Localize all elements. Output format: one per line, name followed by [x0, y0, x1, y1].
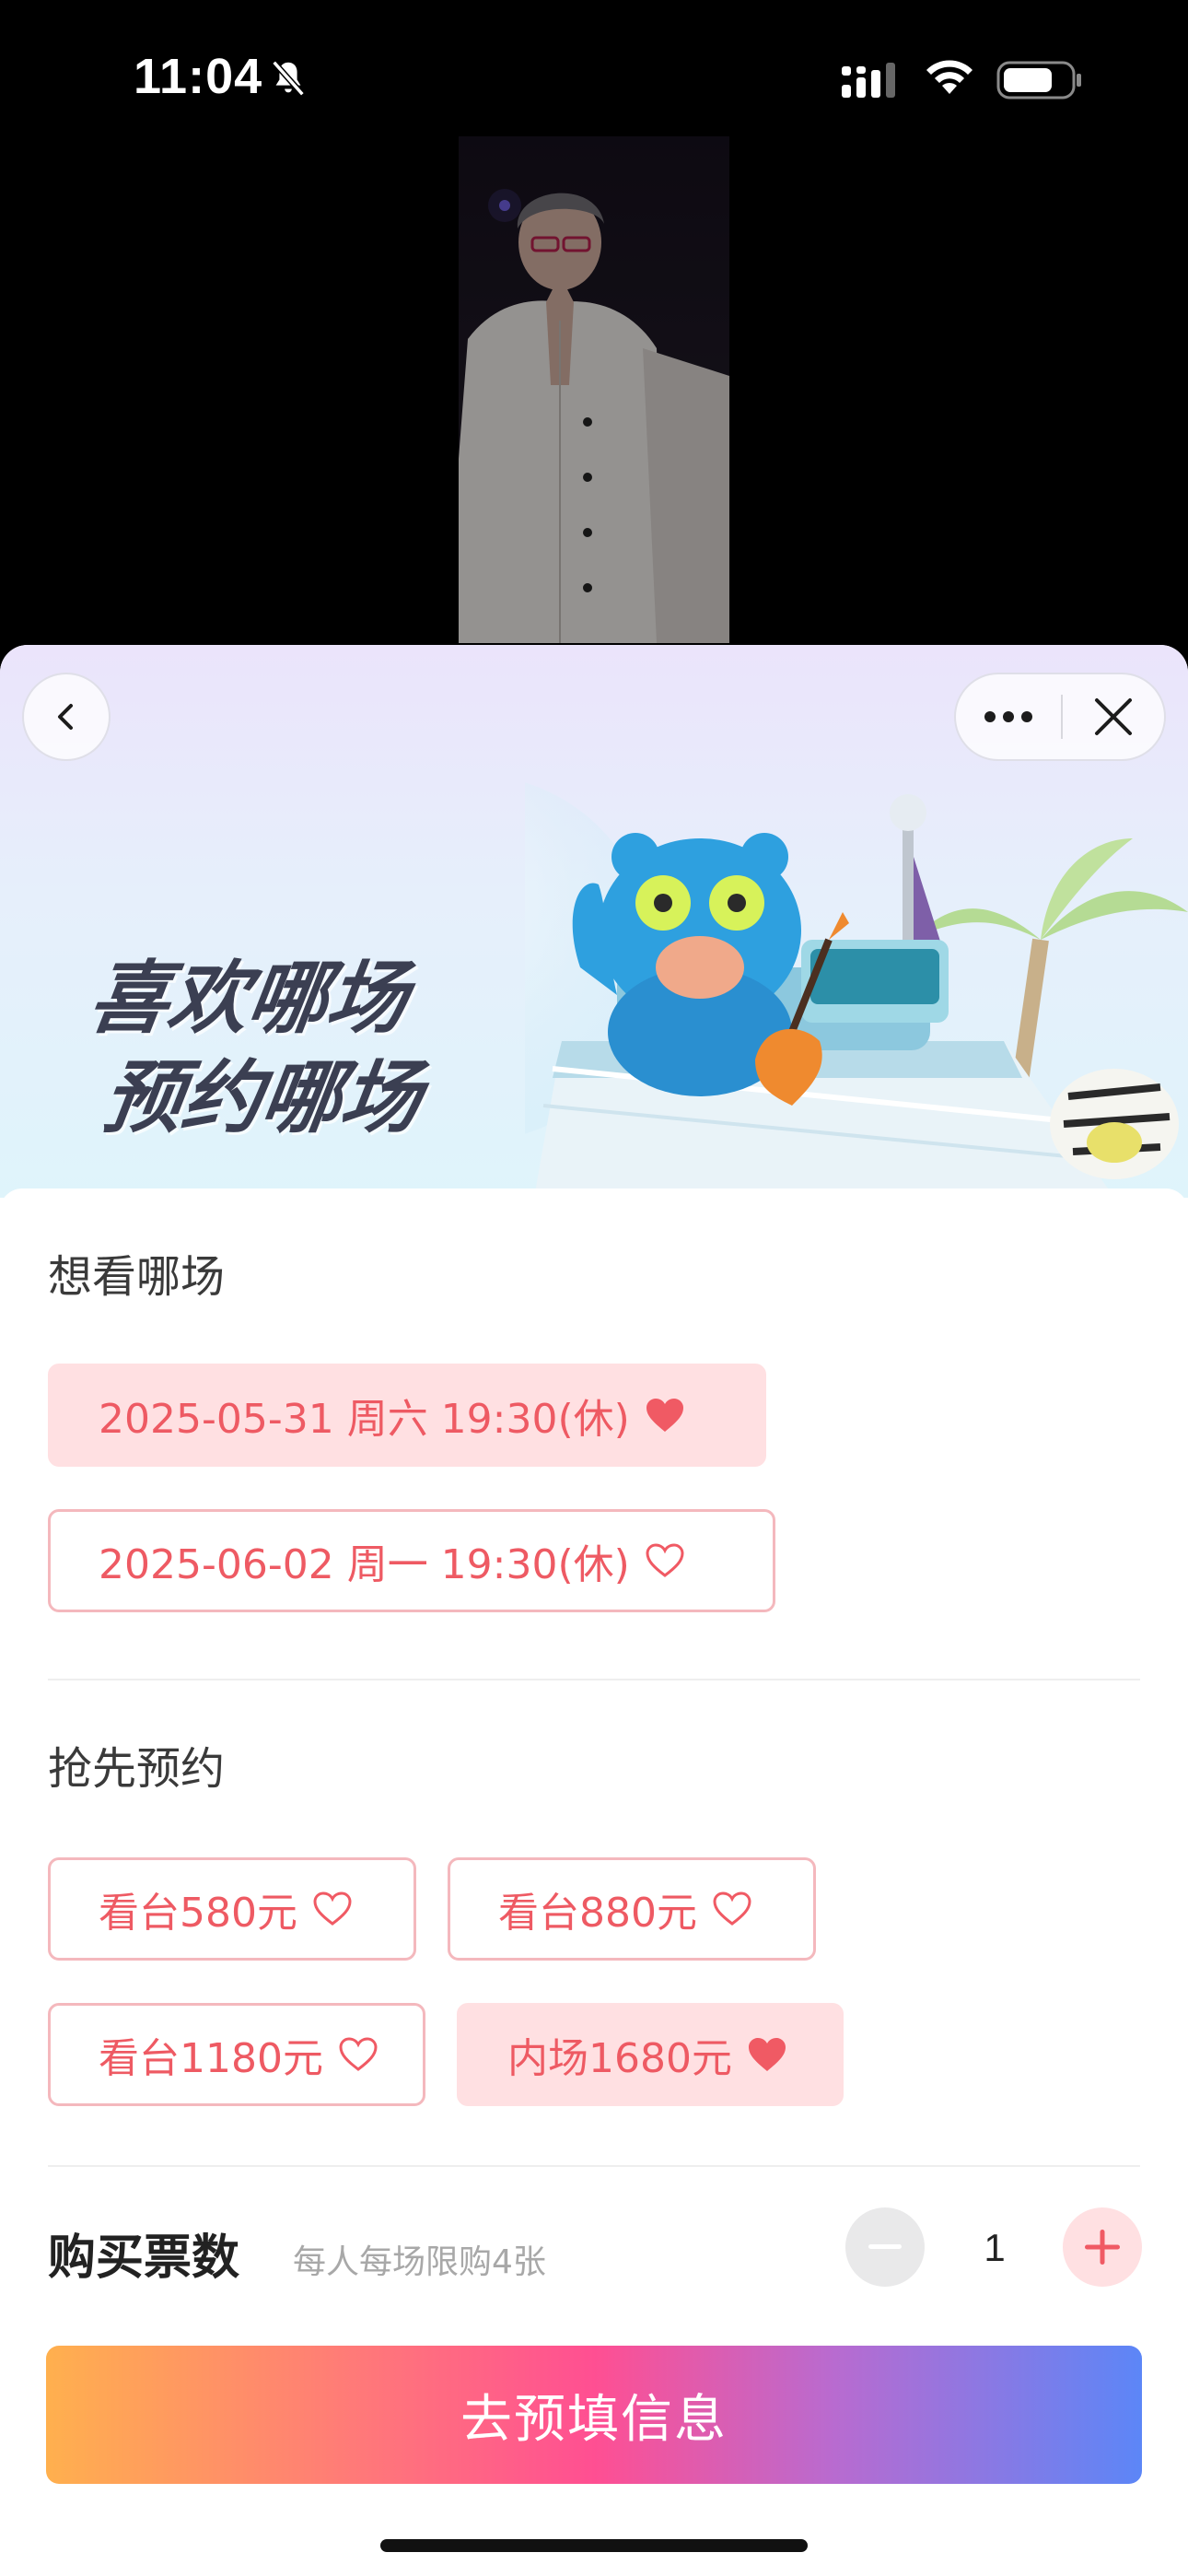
more-button[interactable] — [956, 674, 1061, 759]
status-bar: 11:04 — [0, 0, 1188, 138]
ticket-option-label: 看台580元 — [99, 1890, 297, 1937]
plus-icon — [1085, 2230, 1120, 2265]
booking-form: 想看哪场 2025-05-31 周六 19:30(休) 2025-06-02 周… — [0, 1188, 1188, 2576]
heart-outline-icon — [313, 1891, 352, 1926]
heart-outline-icon — [713, 1891, 751, 1926]
more-icon — [984, 711, 1032, 722]
booking-sheet: 喜欢哪场 预约哪场 想看哪场 2025-05-31 周六 19:30(休) 20… — [0, 645, 1188, 2576]
ticket-option[interactable]: 看台1180元 — [48, 2003, 425, 2106]
back-button[interactable] — [22, 673, 111, 761]
session-option-label: 2025-05-31 周六 19:30(休) — [99, 1396, 630, 1443]
ticket-option[interactable]: 看台580元 — [48, 1857, 416, 1961]
quantity-value: 1 — [984, 2226, 1006, 2269]
section-divider — [48, 2165, 1140, 2167]
quantity-limit-note: 每人每场限购4张 — [293, 2243, 546, 2281]
video-player[interactable] — [459, 136, 729, 643]
heart-filled-icon — [748, 2038, 786, 2071]
cellular-signal-icon — [842, 63, 895, 98]
banner-headline: 喜欢哪场 预约哪场 — [69, 949, 441, 1148]
ticket-option-label: 内场1680元 — [507, 2035, 732, 2082]
home-indicator[interactable] — [380, 2539, 808, 2552]
heart-outline-icon — [646, 1543, 684, 1577]
prefill-info-button-label: 去预填信息 — [460, 2389, 728, 2450]
promo-banner: 喜欢哪场 预约哪场 — [0, 645, 1188, 1198]
heart-outline-icon — [339, 2037, 378, 2071]
session-option-selected[interactable]: 2025-05-31 周六 19:30(休) — [48, 1364, 766, 1467]
status-time: 11:04 — [134, 49, 263, 104]
close-icon — [1095, 698, 1132, 735]
ticket-section-title: 抢先预约 — [48, 1743, 226, 1795]
banner-illustration — [525, 782, 1188, 1198]
minus-icon — [868, 2244, 902, 2249]
chevron-left-icon — [58, 704, 73, 730]
session-section-title: 想看哪场 — [48, 1251, 226, 1303]
ticket-option[interactable]: 看台880元 — [448, 1857, 816, 1961]
ticket-option-label: 看台1180元 — [99, 2035, 323, 2082]
banner-headline-line1: 喜欢哪场 — [83, 953, 413, 1045]
wifi-icon — [926, 60, 973, 94]
ticket-option-selected[interactable]: 内场1680元 — [457, 2003, 844, 2106]
session-option[interactable]: 2025-06-02 周一 19:30(休) — [48, 1509, 775, 1612]
heart-filled-icon — [646, 1399, 683, 1432]
banner-headline-line2: 预约哪场 — [97, 1052, 427, 1144]
quantity-increase-button[interactable] — [1063, 2207, 1142, 2287]
quantity-label: 购买票数 — [48, 2231, 240, 2286]
battery-icon — [996, 61, 1081, 100]
miniapp-capsule — [954, 673, 1166, 761]
quantity-decrease-button[interactable] — [845, 2207, 925, 2287]
prefill-info-button[interactable]: 去预填信息 — [46, 2346, 1142, 2484]
close-button[interactable] — [1063, 674, 1164, 759]
video-frame-image — [459, 136, 729, 643]
section-divider — [48, 1679, 1140, 1680]
session-option-label: 2025-06-02 周一 19:30(休) — [99, 1541, 630, 1588]
ticket-option-label: 看台880元 — [498, 1890, 697, 1937]
bell-slash-icon — [272, 60, 305, 97]
